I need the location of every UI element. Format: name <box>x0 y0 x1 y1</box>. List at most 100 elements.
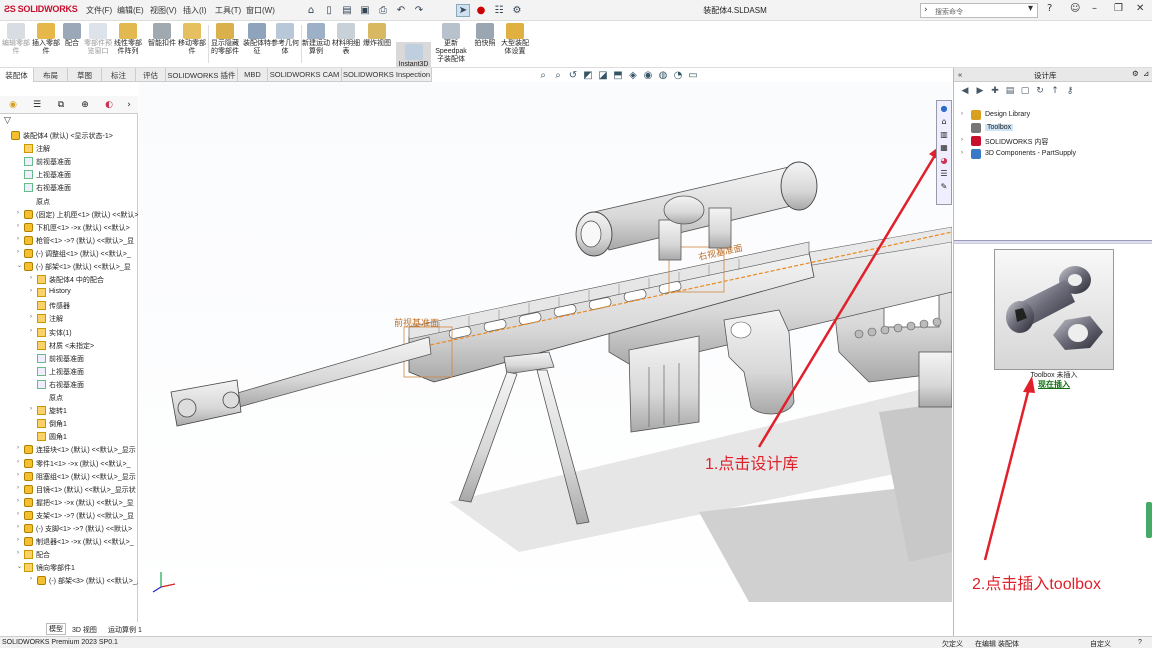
rebuild-icon[interactable]: ● <box>474 4 488 17</box>
tree-item[interactable]: › History <box>0 286 138 299</box>
hide-show-items-icon[interactable]: ◉ <box>642 70 654 81</box>
expand-arrow-icon[interactable]: ⌄ <box>17 262 22 269</box>
tree-item[interactable]: 装配体4 (默认) <显示状态-1> <box>0 129 138 142</box>
expand-arrow-icon[interactable]: › <box>961 137 963 143</box>
tree-item[interactable]: › 枪管<1> ->? (默认) <<默认>_显 <box>0 234 138 247</box>
scope-eyepiece[interactable] <box>780 161 818 211</box>
side-flyout-tab[interactable] <box>1146 502 1152 538</box>
tab-mbd[interactable]: MBD <box>238 68 268 82</box>
linear-pattern-button[interactable]: 线性零部件阵列 <box>114 23 142 56</box>
user-icon[interactable]: ☺ <box>1070 3 1080 14</box>
tab-3d-views[interactable]: 3D 视图 <box>72 625 97 635</box>
component-preview-button[interactable]: 零部件预览窗口 <box>84 23 112 56</box>
solidworks-resources-icon[interactable]: ● <box>939 103 950 114</box>
bill-of-materials-button[interactable]: 材料明细表 <box>332 23 360 56</box>
tree-item[interactable]: 原点 <box>0 195 138 208</box>
tree-item[interactable]: › (-) 支脚<1> ->? (默认) <<默认> <box>0 522 138 535</box>
tree-item[interactable]: 前视基准面 <box>0 352 138 365</box>
apply-scene-icon[interactable]: ◔ <box>672 70 684 81</box>
tree-item[interactable]: ⌄ 镜向零部件1 <box>0 561 138 574</box>
create-folder-icon[interactable]: ▢ <box>1020 86 1030 96</box>
help-icon[interactable]: ? <box>1138 639 1142 646</box>
undo-icon[interactable]: ↶ <box>394 4 408 17</box>
expand-arrow-icon[interactable]: › <box>17 472 19 478</box>
view-palette-icon[interactable]: ▦ <box>939 142 950 153</box>
tree-item[interactable]: 倒角1 <box>0 417 138 430</box>
expand-arrow-icon[interactable]: ⌄ <box>17 563 22 570</box>
assembly-features-button[interactable]: 装配体特征 <box>243 23 271 56</box>
file-explorer-icon[interactable]: ▥ <box>939 129 950 140</box>
generate-palette-icon[interactable]: ⚷ <box>1065 86 1075 96</box>
graphics-area[interactable]: 前视基准面 右视基准面 <box>139 82 953 622</box>
add-file-location-icon[interactable]: ✚ <box>990 86 1000 96</box>
tree-item[interactable]: › 下机匣<1> ->x (默认) <<默认> <box>0 221 138 234</box>
tree-item[interactable]: 圆角1 <box>0 430 138 443</box>
view-orientation-icon[interactable]: ⬒ <box>612 70 624 81</box>
expand-arrow-icon[interactable]: › <box>30 576 32 582</box>
view-settings-icon[interactable]: ▭ <box>687 70 699 81</box>
expand-arrow-icon[interactable]: › <box>17 537 19 543</box>
show-hidden-components-button[interactable]: 显示隐藏的零部件 <box>211 23 239 56</box>
tab-assembly[interactable]: 装配体 <box>0 68 34 82</box>
expand-arrow-icon[interactable]: › <box>17 511 19 517</box>
tree-item[interactable]: 右视基准面 <box>0 181 138 194</box>
tree-item[interactable]: › 支架<1> ->? (默认) <<默认>_显 <box>0 509 138 522</box>
menu-insert[interactable]: 插入(I) <box>183 5 207 16</box>
pin-icon[interactable]: ⊿ <box>1143 69 1149 78</box>
expand-arrow-icon[interactable]: › <box>17 236 19 242</box>
new-document-icon[interactable]: ▯ <box>322 4 336 17</box>
tree-item[interactable]: 原点 <box>0 391 138 404</box>
insert-component-button[interactable]: 插入零部件 <box>32 23 60 56</box>
menu-window[interactable]: 窗口(W) <box>246 5 275 16</box>
configuration-tab-icon[interactable]: ⧉ <box>54 99 68 111</box>
tree-item[interactable]: › 装配体4 中的配合 <box>0 273 138 286</box>
dynamic-annotation-icon[interactable]: ◪ <box>597 70 609 81</box>
display-style-icon[interactable]: ◈ <box>627 70 639 81</box>
update-speedpak-button[interactable]: 更新Speedpak子装配体 <box>433 23 469 64</box>
expand-arrow-icon[interactable]: › <box>17 249 19 255</box>
design-library-icon[interactable]: ⌂ <box>939 116 950 127</box>
refresh-icon[interactable]: ↻ <box>1035 86 1045 96</box>
status-custom-units[interactable]: 自定义 <box>1090 639 1111 648</box>
expand-arrow-icon[interactable]: › <box>17 498 19 504</box>
menu-edit[interactable]: 编辑(E) <box>117 5 144 16</box>
open-icon[interactable]: ▤ <box>340 4 354 17</box>
expand-arrow-icon[interactable]: › <box>30 328 32 334</box>
up-one-level-icon[interactable]: ↑ <box>1050 86 1060 96</box>
bipod-leg-left[interactable] <box>458 371 518 503</box>
search-dropdown-icon[interactable]: ▾ <box>1028 3 1033 14</box>
feature-tree-tab-icon[interactable]: ◉ <box>6 99 20 111</box>
tab-sketch[interactable]: 草图 <box>68 68 102 82</box>
more-tabs-icon[interactable]: › <box>122 99 136 111</box>
expand-arrow-icon[interactable]: › <box>17 210 19 216</box>
expand-arrow-icon[interactable]: › <box>17 550 19 556</box>
select-cursor-icon[interactable]: ➤ <box>456 4 470 17</box>
tab-markup[interactable]: 标注 <box>102 68 136 82</box>
reference-geometry-button[interactable]: 参考几何体 <box>271 23 299 56</box>
solidworks-logo[interactable]: ƧS SOLIDWORKS <box>4 4 78 14</box>
back-icon[interactable]: ◀ <box>960 86 970 96</box>
tree-item[interactable]: › (-) 部架<3> (默认) <<默认>_显 <box>0 574 138 587</box>
expand-arrow-icon[interactable]: › <box>17 445 19 451</box>
tab-cam[interactable]: SOLIDWORKS CAM <box>268 68 342 82</box>
tab-evaluate[interactable]: 评估 <box>136 68 166 82</box>
print-icon[interactable]: ⎙ <box>376 4 390 17</box>
edit-appearance-icon[interactable]: ◍ <box>657 70 669 81</box>
file-properties-icon[interactable]: ☷ <box>492 4 506 17</box>
custom-properties-icon[interactable]: ☰ <box>939 168 950 179</box>
expand-arrow-icon[interactable]: › <box>30 406 32 412</box>
collapse-panel-icon[interactable]: « <box>958 70 962 79</box>
menu-tools[interactable]: 工具(T) <box>215 5 241 16</box>
rifle-model[interactable]: 前视基准面 右视基准面 <box>139 82 953 622</box>
tree-item[interactable]: › (固定) 上机匣<1> (默认) <<默认> <box>0 208 138 221</box>
expand-arrow-icon[interactable]: › <box>961 150 963 156</box>
tree-item[interactable]: 注解 <box>0 142 138 155</box>
minimize-icon[interactable]: – <box>1092 3 1097 14</box>
tree-item[interactable]: › 注解 <box>0 312 138 325</box>
expand-arrow-icon[interactable]: › <box>30 314 32 320</box>
forward-icon[interactable]: ▶ <box>975 86 985 96</box>
tree-item[interactable]: › 实体(1) <box>0 326 138 339</box>
mate-button[interactable]: 配合 <box>58 23 86 48</box>
tab-model[interactable]: 模型 <box>46 623 66 635</box>
barrel[interactable] <box>233 336 432 408</box>
